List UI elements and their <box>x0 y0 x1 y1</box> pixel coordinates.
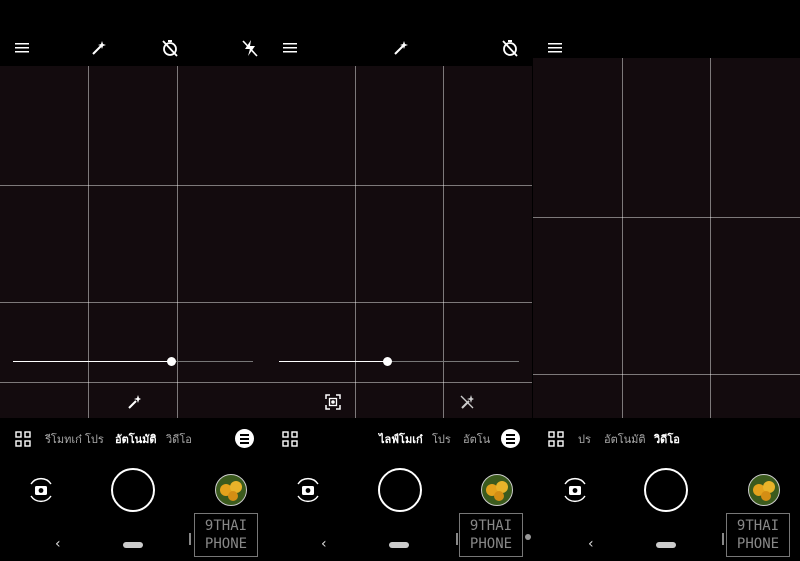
zoom-slider-handle[interactable] <box>383 357 392 366</box>
watermark-logo: 9THAI PHONE <box>459 513 523 557</box>
mode-tab-active[interactable]: อัตโนมัติ <box>115 430 157 448</box>
grid-line <box>0 382 266 383</box>
grid-line <box>0 185 266 186</box>
grid-line <box>177 66 178 418</box>
grid-line <box>355 66 356 418</box>
mode-bar: รีโมทเก๋ โปร อัตโนมัติ วิดีโอ <box>0 418 266 460</box>
timer-off-icon[interactable] <box>498 36 522 60</box>
switch-camera-icon[interactable] <box>560 476 590 504</box>
back-button[interactable]: ‹ <box>588 536 594 552</box>
home-button[interactable] <box>123 542 143 548</box>
mode-tab-active[interactable]: ไลฟ์โมเก๋ <box>379 430 423 448</box>
viewfinder[interactable] <box>266 66 532 418</box>
magic-wand-icon[interactable] <box>388 36 412 60</box>
zoom-slider[interactable] <box>279 357 519 366</box>
gallery-thumbnail[interactable] <box>481 474 513 506</box>
grid-line <box>88 66 89 418</box>
zoom-slider[interactable] <box>13 357 253 366</box>
camera-screen-2: ไลฟ์โมเก๋ โปร อัตโน ‹ <box>266 0 532 561</box>
camera-screen-3: ปร อัตโนมัติ วิดีโอ ‹ <box>533 0 800 561</box>
focus-frame-icon[interactable] <box>322 391 344 413</box>
home-button[interactable] <box>656 542 676 548</box>
grid-line <box>0 302 266 303</box>
gallery-thumbnail[interactable] <box>215 474 247 506</box>
grid-line <box>533 374 800 375</box>
gallery-thumbnail[interactable] <box>748 474 780 506</box>
grid-line <box>266 185 532 186</box>
watermark-line: PHONE <box>204 536 248 552</box>
top-toolbar <box>533 0 800 58</box>
watermark-line: PHONE <box>736 536 780 552</box>
magic-wand-icon[interactable] <box>86 36 110 60</box>
mode-tab[interactable]: ปร <box>578 430 591 448</box>
mode-tab[interactable]: อัตโนมัติ <box>604 430 646 448</box>
grid-line <box>266 302 532 303</box>
zoom-slider-fill <box>13 361 172 362</box>
volume-key <box>456 533 458 545</box>
watermark-line: 9THAI <box>736 518 780 534</box>
mode-tab[interactable]: รีโมทเก๋ <box>45 430 82 448</box>
mode-tab[interactable]: อัตโน <box>463 430 490 448</box>
top-toolbar <box>0 0 266 66</box>
mode-tab-active[interactable]: วิดีโอ <box>654 430 680 448</box>
mode-tab[interactable]: โปร <box>432 430 451 448</box>
grid-icon[interactable] <box>282 431 298 447</box>
magic-wand-off-icon[interactable] <box>456 391 478 413</box>
menu-icon[interactable] <box>278 36 302 60</box>
zoom-slider-fill <box>279 361 387 362</box>
grid-line <box>443 66 444 418</box>
volume-key <box>189 533 191 545</box>
mode-tab[interactable]: โปร <box>85 430 104 448</box>
grid-line <box>710 58 711 418</box>
top-toolbar <box>266 0 532 66</box>
mode-bar: ปร อัตโนมัติ วิดีโอ <box>533 418 800 460</box>
grid-line <box>533 217 800 218</box>
menu-icon[interactable] <box>543 36 567 60</box>
zoom-slider-handle[interactable] <box>167 357 177 366</box>
filter-icon[interactable] <box>501 429 520 448</box>
power-key <box>525 534 531 540</box>
back-button[interactable]: ‹ <box>55 536 61 552</box>
grid-line <box>266 382 532 383</box>
watermark-logo: 9THAI PHONE <box>194 513 258 557</box>
watermark-line: PHONE <box>469 536 513 552</box>
record-button[interactable] <box>644 468 688 512</box>
menu-icon[interactable] <box>10 36 34 60</box>
filter-icon[interactable] <box>235 429 254 448</box>
watermark-line: 9THAI <box>469 518 513 534</box>
timer-off-icon[interactable] <box>158 36 182 60</box>
switch-camera-icon[interactable] <box>293 476 323 504</box>
mode-bar: ไลฟ์โมเก๋ โปร อัตโน <box>266 418 532 460</box>
shutter-button[interactable] <box>111 468 155 512</box>
watermark-logo: 9THAI PHONE <box>726 513 790 557</box>
flash-off-icon[interactable] <box>238 36 262 60</box>
grid-icon[interactable] <box>548 431 564 447</box>
home-button[interactable] <box>389 542 409 548</box>
magic-wand-icon[interactable] <box>123 391 145 413</box>
viewfinder[interactable] <box>533 58 800 418</box>
watermark-line: 9THAI <box>204 518 248 534</box>
grid-line <box>622 58 623 418</box>
back-button[interactable]: ‹ <box>321 536 327 552</box>
switch-camera-icon[interactable] <box>26 476 56 504</box>
grid-icon[interactable] <box>15 431 31 447</box>
volume-key <box>722 533 724 545</box>
camera-screen-1: รีโมทเก๋ โปร อัตโนมัติ วิดีโอ ‹ <box>0 0 266 561</box>
mode-tab[interactable]: วิดีโอ <box>166 430 192 448</box>
shutter-button[interactable] <box>378 468 422 512</box>
viewfinder[interactable] <box>0 66 266 418</box>
